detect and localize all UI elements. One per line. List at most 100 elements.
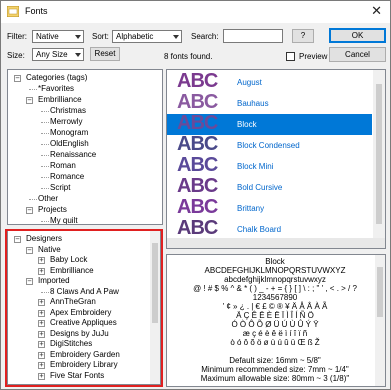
preview-text-line: Maximum allowable size: 80mm ~ 3 (1/8)" <box>200 374 350 383</box>
font-list-item[interactable]: ABC Block Condensed <box>167 133 372 156</box>
preview-text-line: @ ! # $ % ^ & * ( ) _ - + = { } [ ] \ : … <box>193 284 357 293</box>
scrollbar-thumb[interactable] <box>377 267 383 317</box>
highlight-box <box>5 229 163 387</box>
preview-text-line: Block <box>265 257 285 266</box>
search-input[interactable] <box>223 29 283 43</box>
close-icon[interactable]: ✕ <box>371 4 382 19</box>
tree-item-label: Roman <box>50 161 76 170</box>
tree-item[interactable]: Christmas <box>8 106 148 116</box>
font-sample-image: ABC <box>177 112 218 134</box>
preview-text-line: abcdefghijklmnopqrstuvwxyz <box>224 275 326 284</box>
font-preview-panel: Block ABCDEFGHIJKLMNOPQRSTUVWXYZ abcdefghi… <box>166 254 386 387</box>
preview-checkbox[interactable] <box>286 52 295 61</box>
tree-item-label: *Favorites <box>38 84 75 93</box>
reset-button[interactable]: Reset <box>90 47 120 61</box>
sort-select[interactable]: Alphabetic <box>112 30 182 43</box>
font-sample-image: ABC <box>177 133 218 155</box>
categories-tree[interactable]: − Categories (tags) *Favorites − Embrillianc… <box>7 69 163 225</box>
preview-text-line: 1234567890 <box>252 293 298 302</box>
title-bar: Fonts ✕ <box>1 1 390 23</box>
filter-select[interactable]: Native <box>32 30 84 43</box>
font-name: Block Mini <box>237 162 274 171</box>
tree-item[interactable]: Roman <box>8 161 148 171</box>
font-list-item[interactable]: ABC Brittany <box>167 196 372 219</box>
tree-item-label: Categories (tags) <box>26 73 88 82</box>
tree-item-label: Renaissance <box>50 150 97 159</box>
tree-item[interactable]: My quilt <box>8 216 148 225</box>
chevron-down-icon <box>173 35 179 39</box>
preview-text-line: æ ç é è ê ë ì í î ï ñ <box>242 329 308 338</box>
tree-connector <box>41 166 49 167</box>
tree-item-label: Script <box>50 183 71 192</box>
font-list-item[interactable]: ABC Chalk Board <box>167 217 372 240</box>
font-list-item[interactable]: ABC Bold Cursive <box>167 175 372 198</box>
preview-text-line: Ä Ç Ê Ë È Ë Ï Ì Î Í Ñ Ö <box>236 311 314 320</box>
font-list-scrollbar[interactable] <box>373 70 385 248</box>
size-label: Size: <box>7 51 25 60</box>
tree-item[interactable]: Merrowly <box>8 117 148 127</box>
font-sample-image: ABC <box>177 154 218 176</box>
filter-label: Filter: <box>7 32 27 41</box>
tree-connector <box>41 111 49 112</box>
fonts-dialog: Fonts ✕ Filter: Native Sort: Alphabetic … <box>0 0 391 390</box>
font-name: Bold Cursive <box>237 183 283 192</box>
collapse-icon[interactable]: − <box>26 97 33 104</box>
tree-connector <box>29 199 37 200</box>
font-sample-image: ABC <box>177 91 218 113</box>
preview-text-line: ò ó ô õ ö ø ù ú û ü Œ ß Ž <box>230 338 320 347</box>
tree-item-label: OldEnglish <box>50 139 89 148</box>
font-list-item[interactable]: ABC Block Mini <box>167 154 372 177</box>
font-sample-image: ABC <box>177 217 218 239</box>
fonts-found-count: 8 fonts found. <box>164 52 213 61</box>
tree-connector <box>41 133 49 134</box>
preview-checkbox-label: Preview <box>299 52 328 61</box>
sort-label: Sort: <box>92 32 109 41</box>
font-name: Chalk Board <box>237 225 282 234</box>
tree-connector <box>41 122 49 123</box>
font-list[interactable]: ABC August ABC Bauhaus ABC Block ABC Block Cond… <box>166 69 386 249</box>
collapse-icon[interactable]: − <box>26 207 33 214</box>
tree-item[interactable]: Monogram <box>8 128 148 138</box>
tree-item[interactable]: OldEnglish <box>8 139 148 149</box>
tree-item-label: My quilt <box>50 216 78 225</box>
search-label: Search: <box>191 32 219 41</box>
tree-item[interactable]: − Embrilliance <box>8 95 148 105</box>
tree-item[interactable]: Other <box>8 194 148 204</box>
sort-value: Alphabetic <box>116 32 154 41</box>
tree-item[interactable]: Renaissance <box>8 150 148 160</box>
tree-item[interactable]: − Categories (tags) <box>8 73 148 83</box>
preview-text-line: Ó Ò Ô Õ Ø Ü Ú Ù Û Ý Ÿ <box>231 320 319 329</box>
font-sample-image: ABC <box>177 196 218 218</box>
tree-connector <box>41 155 49 156</box>
tree-item[interactable]: Romance <box>8 172 148 182</box>
tree-connector <box>41 144 49 145</box>
preview-text-line: ABCDEFGHIJKLMNOPQRSTUVWXYZ <box>204 266 346 275</box>
ok-button[interactable]: OK <box>329 28 386 43</box>
font-name: Block Condensed <box>237 141 300 150</box>
tree-item[interactable]: − Projects <box>8 205 148 215</box>
preview-text-line: Default size: 16mm ~ 5/8" <box>229 356 321 365</box>
tree-item-label: Romance <box>50 172 85 181</box>
size-value: Any Size <box>36 50 68 59</box>
tree-connector <box>29 89 37 90</box>
collapse-icon[interactable]: − <box>14 75 21 82</box>
font-list-hscroll[interactable] <box>167 238 385 248</box>
font-name: Bauhaus <box>237 99 269 108</box>
cancel-button[interactable]: Cancel <box>329 47 386 62</box>
tree-item[interactable]: *Favorites <box>8 84 148 94</box>
tree-item[interactable]: Script <box>8 183 148 193</box>
help-button[interactable]: ? <box>292 29 314 43</box>
filter-value: Native <box>36 32 59 41</box>
font-list-item[interactable]: ABC Block <box>167 112 372 135</box>
chevron-down-icon <box>75 53 81 57</box>
font-sample-image: ABC <box>177 70 218 92</box>
tree-item-label: Projects <box>38 205 67 214</box>
font-list-item[interactable]: ABC August <box>167 70 372 93</box>
font-name: Brittany <box>237 204 265 213</box>
size-select[interactable]: Any Size <box>32 48 84 61</box>
preview-scrollbar[interactable] <box>375 255 385 386</box>
tree-item-label: Other <box>38 194 59 203</box>
tree-connector <box>41 221 49 222</box>
scrollbar-thumb[interactable] <box>376 84 382 224</box>
font-list-item[interactable]: ABC Bauhaus <box>167 91 372 114</box>
